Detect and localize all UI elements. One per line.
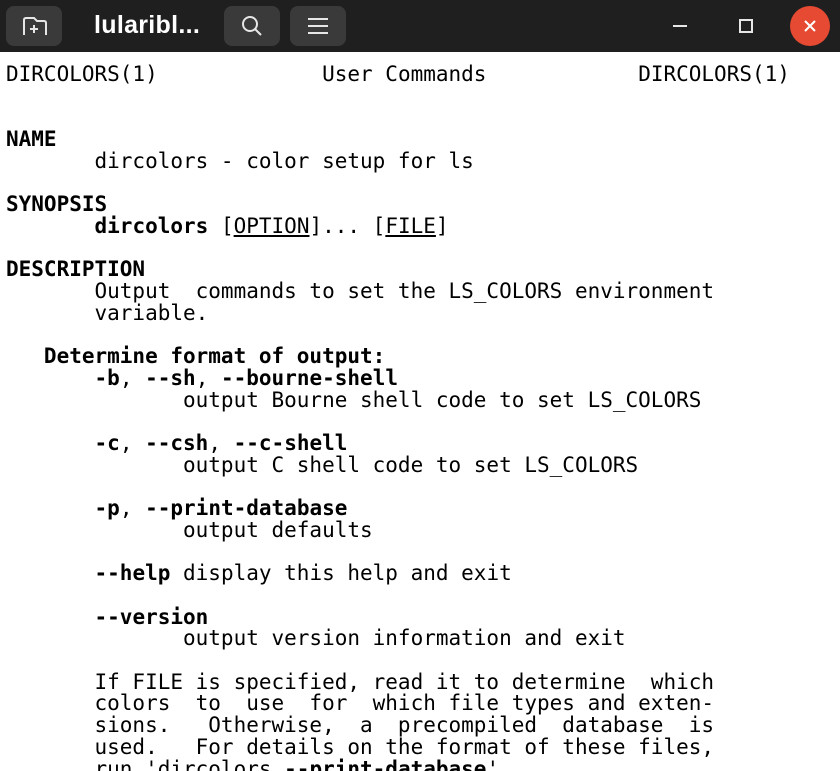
blank-line [6, 648, 19, 672]
section-synopsis: SYNOPSIS [6, 192, 107, 216]
new-tab-icon [21, 15, 47, 37]
minimize-button[interactable] [652, 6, 708, 46]
blank-line [6, 105, 19, 129]
description-tail: colors to use for which file types and e… [6, 691, 714, 715]
maximize-icon [738, 18, 754, 34]
synopsis-line: dircolors [OPTION]... [FILE] [6, 214, 449, 238]
manpage-content[interactable]: DIRCOLORS(1) User Commands DIRCOLORS(1) … [0, 52, 840, 771]
maximize-button[interactable] [718, 6, 774, 46]
option-version-flag: --version [6, 605, 208, 629]
option-p-flags: -p, --print-database [6, 496, 347, 520]
blank-line [6, 474, 19, 498]
description-line: variable. [6, 301, 208, 325]
blank-line [6, 539, 19, 563]
option-help: --help display this help and exit [6, 561, 512, 585]
manpage-header: DIRCOLORS(1) User Commands DIRCOLORS(1) [6, 64, 834, 86]
name-line: dircolors - color setup for ls [6, 149, 474, 173]
option-version-desc: output version information and exit [6, 626, 626, 650]
blank-line [6, 236, 19, 260]
option-p-desc: output defaults [6, 518, 373, 542]
close-button[interactable] [790, 6, 830, 46]
blank-line [6, 583, 19, 607]
subheading-output-format: Determine format of output: [6, 344, 385, 368]
option-b-flags: -b, --sh, --bourne-shell [6, 366, 398, 390]
description-tail: If FILE is specified, read it to determi… [6, 670, 714, 694]
hamburger-icon [307, 17, 329, 35]
blank-line [6, 409, 19, 433]
blank-line [6, 322, 19, 346]
close-icon [803, 19, 817, 33]
description-tail: run 'dircolors --print-database'. [6, 757, 512, 771]
search-button[interactable] [224, 6, 280, 46]
description-tail: used. For details on the format of these… [6, 735, 714, 759]
option-c-flags: -c, --csh, --c-shell [6, 431, 347, 455]
description-line: Output commands to set the LS_COLORS env… [6, 279, 714, 303]
window-titlebar: lularibl... [0, 0, 840, 52]
blank-line [6, 171, 19, 195]
section-name: NAME [6, 127, 57, 151]
menu-button[interactable] [290, 6, 346, 46]
description-tail: sions. Otherwise, a precompiled database… [6, 713, 714, 737]
new-tab-button[interactable] [6, 6, 62, 46]
minimize-icon [671, 17, 689, 35]
section-description: DESCRIPTION [6, 257, 145, 281]
search-icon [240, 14, 264, 38]
option-c-desc: output C shell code to set LS_COLORS [6, 453, 638, 477]
option-b-desc: output Bourne shell code to set LS_COLOR… [6, 388, 701, 412]
window-title: lularibl... [72, 12, 214, 40]
